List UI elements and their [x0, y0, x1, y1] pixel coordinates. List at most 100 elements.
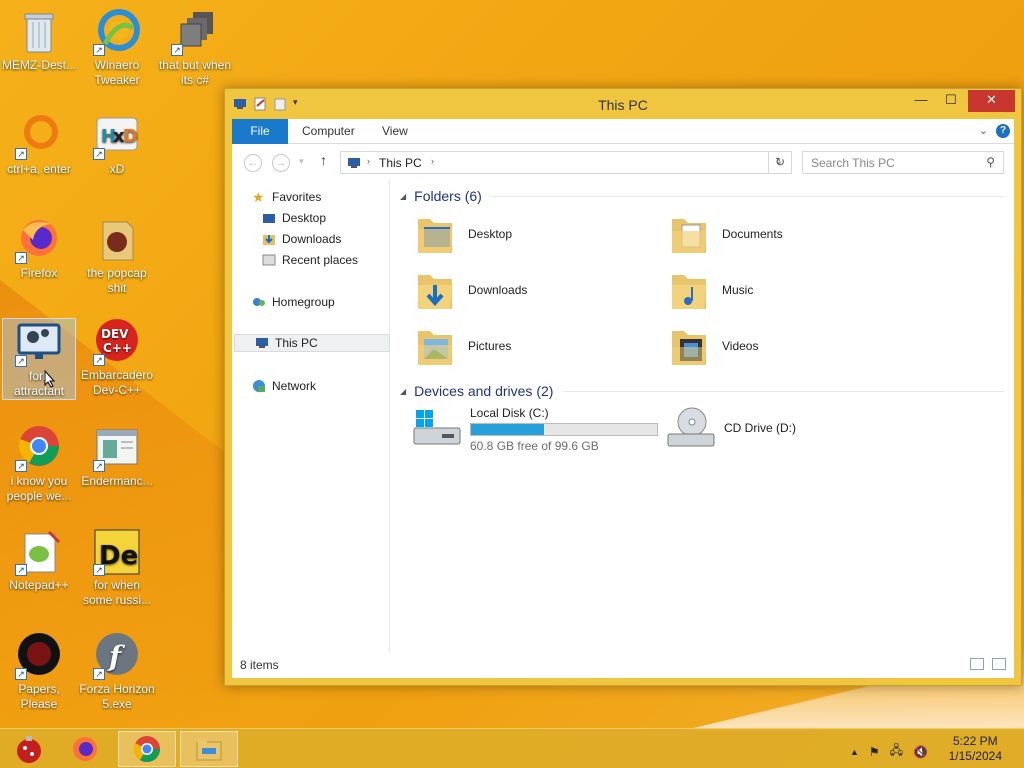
downloads-folder-icon	[414, 267, 456, 313]
large-icons-view-icon[interactable]	[992, 658, 1006, 670]
close-button[interactable]: ✕	[968, 90, 1015, 112]
desktop-icon-label: Endermanc...	[81, 474, 153, 488]
nav-label: Network	[272, 379, 317, 393]
taskbar-file-explorer[interactable]	[180, 731, 238, 767]
taskbar-chrome[interactable]	[118, 731, 176, 767]
recycle-bin-icon	[15, 8, 63, 56]
shortcut-arrow-icon: ↗	[93, 354, 105, 366]
folder-documents[interactable]: Documents	[668, 208, 908, 260]
taskbar-firefox[interactable]	[56, 731, 114, 767]
folder-pictures[interactable]: Pictures	[414, 320, 654, 372]
monitor-gear-icon: ↗	[15, 319, 63, 367]
collapse-triangle-icon: ◢	[400, 386, 407, 396]
desktop-icon-de[interactable]: De ↗ for when some russi...	[78, 528, 156, 608]
desktop-icon-chrome[interactable]: ↗ i know you people we...	[0, 424, 78, 504]
folder-desktop[interactable]: Desktop	[414, 208, 654, 260]
explorer-window[interactable]: ▾ This PC — ☐ ✕ File Computer View ⌄ ? ←…	[224, 88, 1022, 686]
start-orb-icon	[17, 736, 41, 763]
recent-locations-icon[interactable]: ▾	[299, 156, 304, 167]
desktop-icon-notepadpp[interactable]: ↗ Notepad++	[0, 528, 78, 593]
help-icon[interactable]: ?	[996, 124, 1010, 138]
svg-text:DEV: DEV	[101, 327, 129, 341]
this-pc-icon	[347, 156, 361, 173]
tab-file[interactable]: File	[232, 119, 288, 144]
folder-videos[interactable]: Videos	[668, 320, 908, 372]
folders-group-header[interactable]: ◢ Folders (6)	[400, 188, 1004, 204]
refresh-button[interactable]: ↻	[768, 151, 792, 174]
desktop-icon-xd[interactable]: HxD ↗ xD	[78, 112, 156, 177]
nav-this-pc[interactable]: This PC	[234, 334, 390, 352]
desktop-icon-winaero[interactable]: ↗ Winaero Tweaker	[78, 8, 156, 88]
minimize-button[interactable]: —	[906, 90, 936, 112]
forward-button[interactable]: →	[272, 154, 290, 172]
title-bar[interactable]: ▾ This PC — ☐ ✕	[225, 89, 1021, 119]
desktop-icon-enderman[interactable]: ↗ Endermanc...	[78, 424, 156, 489]
window-title: This PC	[598, 97, 648, 113]
nav-label: Favorites	[272, 190, 322, 204]
drive-label: CD Drive (D:)	[724, 421, 796, 435]
desktop-icon-csharp[interactable]: ↗ that but when its c#	[156, 8, 234, 88]
firefox-icon: ↗	[15, 216, 63, 264]
devices-group-header[interactable]: ◢ Devices and drives (2)	[400, 383, 1004, 399]
desktop-icon-firefox[interactable]: ↗ Firefox	[0, 216, 78, 281]
navigation-bar: ← → ▾ ↑ › This PC › ⌄ ↻ Search This PC ⚲	[232, 144, 1014, 180]
desktop-icon-label: for when some russi...	[82, 578, 151, 607]
chrome-icon	[133, 736, 161, 763]
desktop-icon-fork-attractant[interactable]: ↗ fork attractant	[2, 318, 76, 400]
group-divider	[491, 195, 1004, 197]
maximize-button[interactable]: ☐	[936, 90, 966, 112]
shortcut-arrow-icon: ↗	[15, 460, 27, 472]
up-button[interactable]: ↑	[320, 152, 327, 168]
search-icon[interactable]: ⚲	[986, 155, 995, 169]
nav-favorites[interactable]: ★ Favorites	[252, 188, 321, 206]
nav-downloads[interactable]: Downloads	[262, 230, 341, 248]
desktop-icon-label: Notepad++	[9, 578, 69, 592]
desktop-icon-forza[interactable]: f ↗ Forza Horizon 5.exe	[78, 632, 156, 712]
details-view-icon[interactable]	[970, 658, 984, 670]
window-body: File Computer View ⌄ ? ← → ▾ ↑ › This PC…	[232, 119, 1014, 678]
action-center-flag-icon[interactable]: ⚑	[869, 745, 880, 759]
nav-label: This PC	[275, 336, 318, 350]
taskbar: ▲ ⚑ 🖧 🔇 5:22 PM 1/15/2024	[0, 728, 1024, 768]
chrome-icon: ↗	[15, 424, 63, 472]
back-button[interactable]: ←	[244, 154, 262, 172]
nav-recent-places[interactable]: Recent places	[262, 251, 358, 269]
volume-muted-icon[interactable]: 🔇	[913, 745, 928, 759]
shortcut-arrow-icon: ↗	[15, 564, 27, 576]
clock[interactable]: 5:22 PM 1/15/2024	[949, 734, 1002, 764]
tab-computer[interactable]: Computer	[290, 119, 367, 144]
nav-desktop[interactable]: Desktop	[262, 209, 326, 227]
ring-icon: ↗	[15, 112, 63, 160]
desktop-icon-label: fork attractant	[13, 369, 65, 398]
drive-local-disk[interactable]: Local Disk (C:) 60.8 GB free of 99.6 GB	[412, 406, 658, 453]
expand-ribbon-icon[interactable]: ⌄	[979, 124, 988, 137]
nav-homegroup[interactable]: Homegroup	[252, 293, 335, 311]
nav-network[interactable]: Network	[252, 377, 316, 395]
tab-view[interactable]: View	[370, 119, 420, 144]
cd-drive-icon	[666, 406, 716, 450]
network-status-icon[interactable]: 🖧	[890, 741, 903, 762]
hxd-icon: HxD ↗	[93, 112, 141, 160]
desktop-icon-devcpp[interactable]: DEV C++ ↗ Embarcadero Dev-C++	[78, 318, 156, 398]
breadcrumb-separator-icon[interactable]: ›	[431, 156, 434, 166]
desktop-icon-papers-please[interactable]: ↗ Papers, Please	[0, 632, 78, 712]
drive-cd[interactable]: CD Drive (D:)	[666, 406, 796, 450]
start-orb-button[interactable]	[0, 731, 58, 767]
navigation-pane: ★ Favorites Desktop Downloads Recent pla…	[232, 180, 390, 652]
folder-music[interactable]: Music	[668, 264, 908, 316]
desktop-icon-memz[interactable]: MEMZ-Dest...	[0, 8, 78, 73]
clock-date: 1/15/2024	[948, 749, 1002, 763]
folder-downloads[interactable]: Downloads	[414, 264, 654, 316]
collapse-triangle-icon: ◢	[400, 191, 407, 201]
papers-please-icon: ↗	[15, 632, 63, 680]
search-input[interactable]: Search This PC ⚲	[802, 151, 1004, 174]
content-pane: ◢ Folders (6) Desktop Documents Download…	[392, 180, 1014, 652]
desktop-icon-popcap[interactable]: the popcap shit	[78, 216, 156, 296]
breadcrumb[interactable]: This PC	[379, 156, 422, 170]
desktop-icon-label: Papers, Please	[18, 682, 60, 711]
desktop-icon-label: Embarcadero Dev-C++	[80, 368, 154, 397]
address-bar[interactable]: › This PC › ⌄	[340, 151, 792, 174]
show-hidden-icons-icon[interactable]: ▲	[850, 747, 859, 757]
desktop-icon-ctrl-a[interactable]: ↗ ctrl+a, enter	[0, 112, 78, 177]
desktop-icon-label: Winaero Tweaker	[94, 58, 140, 87]
